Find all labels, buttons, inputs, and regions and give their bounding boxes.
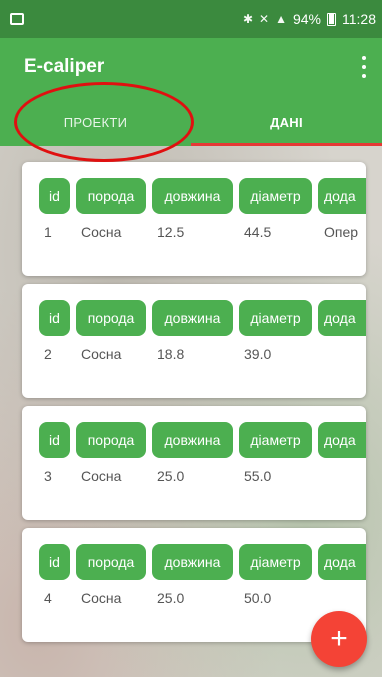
clock: 11:28 xyxy=(342,11,376,27)
cell-dovzhyna: 25.0 xyxy=(157,468,185,484)
cell-id: 2 xyxy=(44,346,52,362)
mute-icon: ✕ xyxy=(259,12,270,26)
add-record-button[interactable]: + xyxy=(311,611,367,667)
cell-diametr: 39.0 xyxy=(244,346,272,362)
cell-poroda: Сосна xyxy=(81,468,122,484)
column-dod-chip: дода xyxy=(318,178,366,214)
column-diametr-chip: діаметр xyxy=(239,422,312,458)
column-id-chip: id xyxy=(39,300,70,336)
column-dod-chip: дода xyxy=(318,300,366,336)
cell-id: 3 xyxy=(44,468,52,484)
column-poroda-chip: порода xyxy=(76,422,146,458)
app-bar: E-caliper ПРОЕКТИ ДАНІ xyxy=(0,38,382,146)
status-bar: ✱ ✕ ▲ 94% 11:28 xyxy=(0,0,382,38)
column-dod-chip: дода xyxy=(318,544,366,580)
tab-proekty[interactable]: ПРОЕКТИ xyxy=(0,98,191,146)
column-dovzhyna-chip: довжина xyxy=(152,300,233,336)
cell-id: 4 xyxy=(44,590,52,606)
signal-icon: ▲ xyxy=(275,12,287,26)
cell-dovzhyna: 12.5 xyxy=(157,224,185,240)
cell-diametr: 50.0 xyxy=(244,590,272,606)
column-dod-chip: дода xyxy=(318,422,366,458)
cell-id: 1 xyxy=(44,224,52,240)
cell-dovzhyna: 18.8 xyxy=(157,346,185,362)
column-poroda-chip: порода xyxy=(76,178,146,214)
cell-poroda: Сосна xyxy=(81,224,122,240)
column-diametr-chip: діаметр xyxy=(239,178,312,214)
column-poroda-chip: порода xyxy=(76,544,146,580)
column-id-chip: id xyxy=(39,544,70,580)
cell-poroda: Сосна xyxy=(81,346,122,362)
cell-diametr: 55.0 xyxy=(244,468,272,484)
column-diametr-chip: діаметр xyxy=(239,300,312,336)
column-diametr-chip: діаметр xyxy=(239,544,312,580)
column-id-chip: id xyxy=(39,422,70,458)
record-card[interactable]: id порода довжина діаметр дода 3 Сосна 2… xyxy=(22,406,366,520)
cell-diametr: 44.5 xyxy=(244,224,272,240)
record-card[interactable]: id порода довжина діаметр дода 2 Сосна 1… xyxy=(22,284,366,398)
column-poroda-chip: порода xyxy=(76,300,146,336)
tab-dani[interactable]: ДАНІ xyxy=(191,98,382,146)
column-dovzhyna-chip: довжина xyxy=(152,544,233,580)
bluetooth-icon: ✱ xyxy=(242,12,254,26)
battery-icon xyxy=(327,12,336,26)
cell-poroda: Сосна xyxy=(81,590,122,606)
column-dovzhyna-chip: довжина xyxy=(152,422,233,458)
cell-dod: Опер xyxy=(324,224,359,240)
column-dovzhyna-chip: довжина xyxy=(152,178,233,214)
records-list[interactable]: id порода довжина діаметр дода 1 Сосна 1… xyxy=(0,146,382,677)
cell-dovzhyna: 25.0 xyxy=(157,590,185,606)
battery-percent: 94% xyxy=(292,11,321,27)
add-icon: + xyxy=(330,622,348,655)
column-id-chip: id xyxy=(39,178,70,214)
record-card[interactable]: id порода довжина діаметр дода 1 Сосна 1… xyxy=(22,162,366,276)
more-vert-icon[interactable] xyxy=(360,56,368,78)
gallery-icon xyxy=(10,13,24,25)
app-title: E-caliper xyxy=(24,56,105,77)
tab-bar: ПРОЕКТИ ДАНІ xyxy=(0,98,382,146)
